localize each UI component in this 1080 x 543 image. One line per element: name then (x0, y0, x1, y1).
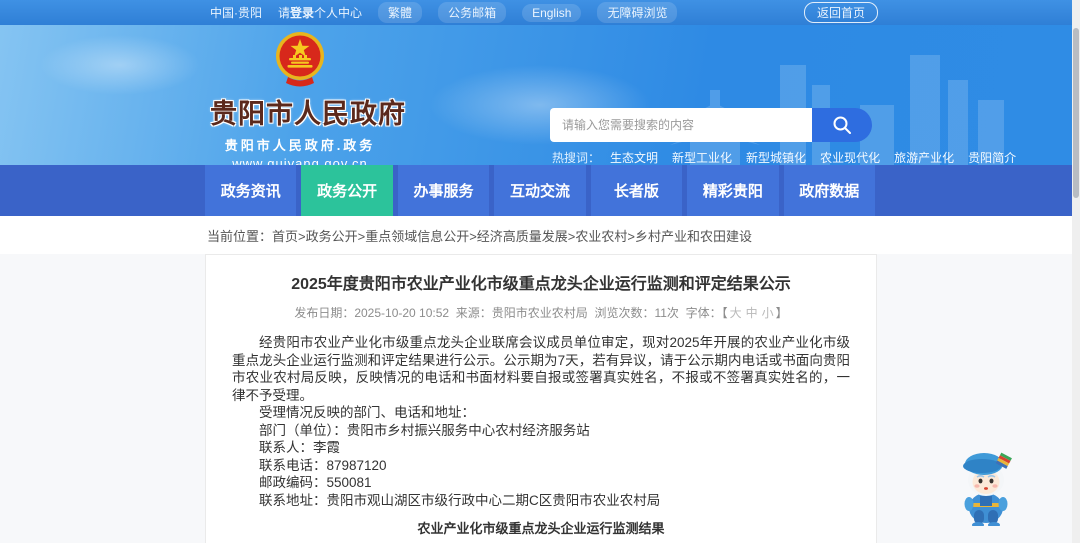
search-bar (550, 108, 872, 142)
article-card: 2025年度贵阳市农业产业化市级重点龙头企业运行监测和评定结果公示 发布日期：2… (205, 254, 877, 543)
hot-search-label: 热搜词： (552, 151, 601, 165)
paragraph-contact-person: 联系人：李霞 (259, 440, 340, 455)
national-emblem-icon (276, 32, 324, 87)
city-skyline-decoration (670, 55, 1004, 165)
content-area: 2025年度贵阳市农业产业化市级重点龙头企业运行监测和评定结果公示 发布日期：2… (0, 254, 1080, 543)
hot-word-industry[interactable]: 新型工业化 (672, 149, 732, 165)
top-utility-bar: 中国·贵阳 请登录个人中心 繁體 公务邮箱 English 无障碍浏览 返回首页 (0, 0, 1080, 25)
scrollbar-thumb[interactable] (1073, 28, 1079, 198)
paragraph-contact-phone: 联系电话：87987120 (259, 457, 387, 473)
paragraph-department: 部门（单位）：贵阳市乡村振兴服务中心农村经济服务站 (259, 422, 590, 438)
login-prefix: 请 (278, 6, 291, 20)
hot-word-urbanization[interactable]: 新型城镇化 (746, 149, 806, 165)
paragraph: 经贵阳市农业产业化市级重点龙头企业联席会议成员单位审定，现对2025年开展的农业… (232, 335, 850, 403)
search-icon (833, 116, 851, 134)
nav-tab-news[interactable]: 政务资讯 (205, 165, 297, 216)
page-scrollbar[interactable] (1072, 0, 1080, 543)
official-mail-link[interactable]: 公务邮箱 (438, 2, 507, 23)
hot-word-ecology[interactable]: 生态文明 (610, 149, 658, 165)
main-navigation: 政务资讯 政务公开 办事服务 互动交流 长者版 精彩贵阳 政府数据 (0, 165, 1080, 216)
paragraph: 受理情况反映的部门、电话和地址： (259, 405, 475, 420)
site-url: www.guiyang.gov.cn (232, 156, 368, 165)
table-caption: 农业产业化市级重点龙头企业运行监测结果 (417, 521, 665, 536)
search-button[interactable] (812, 108, 872, 142)
breadcrumb: 当前位置：首页>政务公开>重点领域信息公开>经济高质量发展>农业农村>乡村产业和… (0, 216, 1080, 254)
site-subtitle: 贵阳市人民政府.政务 (224, 138, 376, 153)
font-size-medium-button[interactable]: 中 (746, 306, 758, 320)
article-body: 经贵阳市农业产业化市级重点龙头企业联席会议成员单位审定，现对2025年开展的农业… (232, 334, 850, 509)
article-title: 2025年度贵阳市农业产业化市级重点龙头企业运行监测和评定结果公示 (291, 276, 791, 293)
english-link[interactable]: English (522, 3, 582, 22)
site-title: 贵阳市人民政府 (210, 99, 406, 129)
font-size-small-button[interactable]: 小 (762, 306, 774, 320)
breadcrumb-label: 当前位置： (207, 229, 273, 244)
nav-tab-interaction[interactable]: 互动交流 (494, 165, 586, 216)
paragraph-postal-code: 邮政编码：550081 (259, 475, 372, 490)
nav-tab-services[interactable]: 办事服务 (397, 165, 490, 216)
login-suffix: 个人中心 (314, 6, 363, 20)
nav-tab-senior[interactable]: 长者版 (590, 165, 683, 216)
publish-date: 发布日期：2025-10-20 10:52 (294, 306, 450, 320)
view-count: 浏览次数：11次 (594, 306, 679, 320)
login-bold: 登录 (290, 6, 315, 20)
traditional-chinese-link[interactable]: 繁體 (378, 2, 423, 23)
breadcrumb-path[interactable]: 首页>政务公开>重点领域信息公开>经济高质量发展>农业农村>乡村产业和农田建设 (272, 229, 752, 244)
site-logo-block[interactable]: 贵阳市人民政府 贵阳市人民政府.政务 www.guiyang.gov.cn (210, 30, 406, 165)
font-size-label-close: 】 (775, 306, 788, 320)
article-source: 来源：贵阳市农业农村局 (455, 306, 588, 320)
login-link[interactable]: 请登录个人中心 (278, 4, 362, 21)
paragraph-contact-address: 联系地址：贵阳市观山湖区市级行政中心二期C区贵阳市农业农村局 (259, 492, 661, 508)
nav-tab-highlights[interactable]: 精彩贵阳 (687, 165, 779, 216)
hot-word-agriculture[interactable]: 农业现代化 (820, 149, 880, 165)
back-home-button[interactable]: 返回首页 (803, 2, 878, 23)
hot-search-row: 热搜词： 生态文明 新型工业化 新型城镇化 农业现代化 旅游产业化 贵阳简介 (552, 149, 1030, 165)
site-header: 贵阳市人民政府 贵阳市人民政府.政务 www.guiyang.gov.cn 热搜… (0, 25, 1080, 165)
font-size-large-button[interactable]: 大 (730, 306, 742, 320)
assistant-mascot-button[interactable] (954, 446, 1018, 531)
article-meta: 发布日期：2025-10-20 10:52 来源：贵阳市农业农村局 浏览次数：1… (232, 304, 850, 321)
hot-word-intro[interactable]: 贵阳简介 (968, 149, 1016, 165)
nav-tab-gov-disclosure[interactable]: 政务公开 (301, 165, 393, 216)
mascot-icon (963, 452, 1012, 528)
hot-word-tourism[interactable]: 旅游产业化 (894, 149, 954, 165)
nav-tab-data[interactable]: 政府数据 (783, 165, 875, 216)
font-size-label: 字体：【 (685, 306, 728, 320)
cloud-decoration (40, 35, 200, 95)
search-input[interactable] (550, 108, 812, 142)
accessibility-link[interactable]: 无障碍浏览 (597, 2, 678, 23)
region-link[interactable]: 中国·贵阳 (210, 4, 262, 21)
